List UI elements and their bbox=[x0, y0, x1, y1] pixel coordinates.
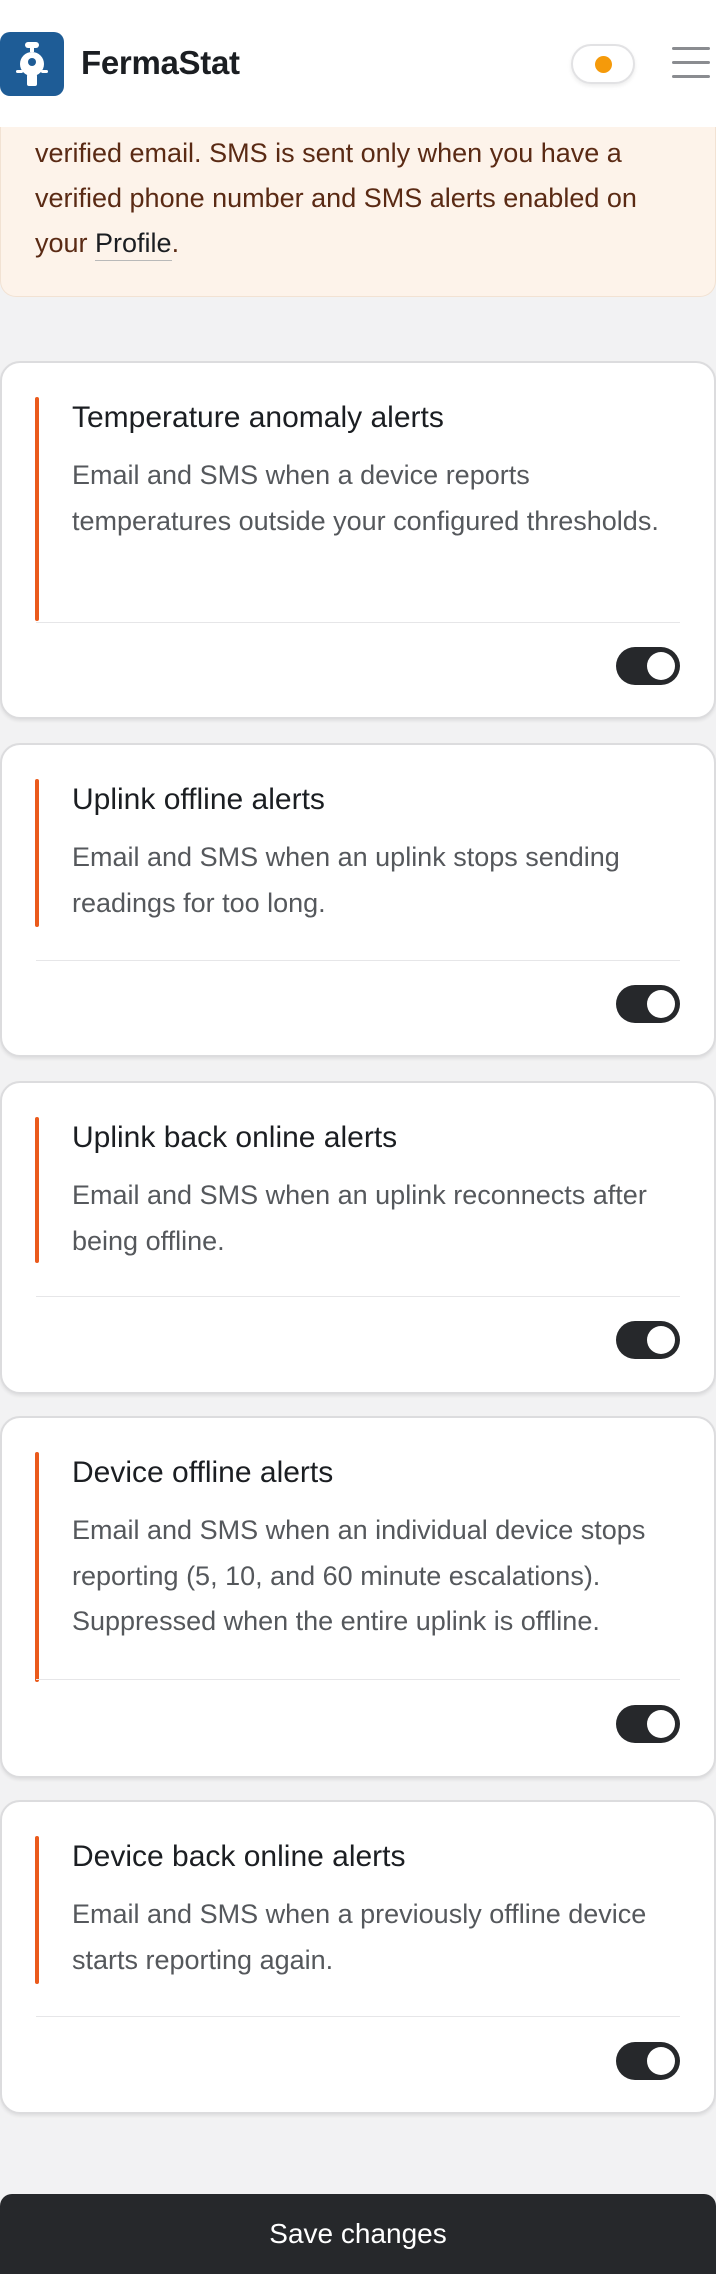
sun-icon bbox=[595, 56, 612, 73]
robot-thermometer-icon bbox=[16, 42, 48, 86]
toggle-knob bbox=[647, 1710, 675, 1738]
toggle-knob bbox=[647, 2047, 675, 2075]
toggle-knob bbox=[647, 990, 675, 1018]
menu-button[interactable] bbox=[672, 45, 710, 79]
notice-text-end: . bbox=[171, 228, 180, 258]
card-accent-bar bbox=[35, 1836, 39, 1984]
brand-name[interactable]: FermaStat bbox=[81, 44, 240, 82]
alert-description: Email and SMS when a device reports temp… bbox=[72, 460, 659, 536]
card-accent-bar bbox=[35, 1117, 39, 1263]
temperature-anomaly-toggle[interactable] bbox=[616, 647, 680, 685]
theme-toggle[interactable] bbox=[571, 44, 635, 84]
card-accent-bar bbox=[35, 779, 39, 927]
card-divider bbox=[36, 622, 680, 623]
save-changes-button[interactable]: Save changes bbox=[0, 2194, 716, 2274]
uplink-back-online-toggle[interactable] bbox=[616, 1321, 680, 1359]
card-divider bbox=[36, 1296, 680, 1297]
profile-link[interactable]: Profile bbox=[95, 228, 172, 261]
device-offline-toggle[interactable] bbox=[616, 1705, 680, 1743]
alert-card-device-offline: Device offline alerts Email and SMS when… bbox=[0, 1416, 716, 1778]
alert-title: Device offline alerts bbox=[72, 1456, 334, 1489]
card-accent-bar bbox=[35, 1452, 39, 1682]
alert-description: Email and SMS when a previously offline … bbox=[72, 1899, 647, 1975]
app-header: FermaStat bbox=[0, 0, 716, 127]
alert-card-uplink-back-online: Uplink back online alerts Email and SMS … bbox=[0, 1081, 716, 1394]
uplink-offline-toggle[interactable] bbox=[616, 985, 680, 1023]
alert-title: Uplink offline alerts bbox=[72, 783, 325, 816]
toggle-knob bbox=[647, 652, 675, 680]
toggle-knob bbox=[647, 1326, 675, 1354]
card-divider bbox=[36, 1679, 680, 1680]
alert-title: Uplink back online alerts bbox=[72, 1121, 398, 1154]
card-accent-bar bbox=[35, 397, 39, 621]
card-divider bbox=[36, 2016, 680, 2017]
alert-description: Email and SMS when an uplink stops sendi… bbox=[72, 842, 620, 918]
alert-title: Device back online alerts bbox=[72, 1840, 406, 1873]
alert-card-device-back-online: Device back online alerts Email and SMS … bbox=[0, 1800, 716, 2114]
card-divider bbox=[36, 960, 680, 961]
app-logo[interactable] bbox=[0, 32, 64, 96]
device-back-online-toggle[interactable] bbox=[616, 2042, 680, 2080]
alert-description: Email and SMS when an individual device … bbox=[72, 1515, 646, 1636]
alert-title: Temperature anomaly alerts bbox=[72, 401, 444, 434]
sms-notice: verified email. SMS is sent only when yo… bbox=[0, 127, 716, 297]
alert-card-temperature-anomaly: Temperature anomaly alerts Email and SMS… bbox=[0, 361, 716, 719]
alert-description: Email and SMS when an uplink reconnects … bbox=[72, 1180, 647, 1256]
alert-card-uplink-offline: Uplink offline alerts Email and SMS when… bbox=[0, 743, 716, 1057]
